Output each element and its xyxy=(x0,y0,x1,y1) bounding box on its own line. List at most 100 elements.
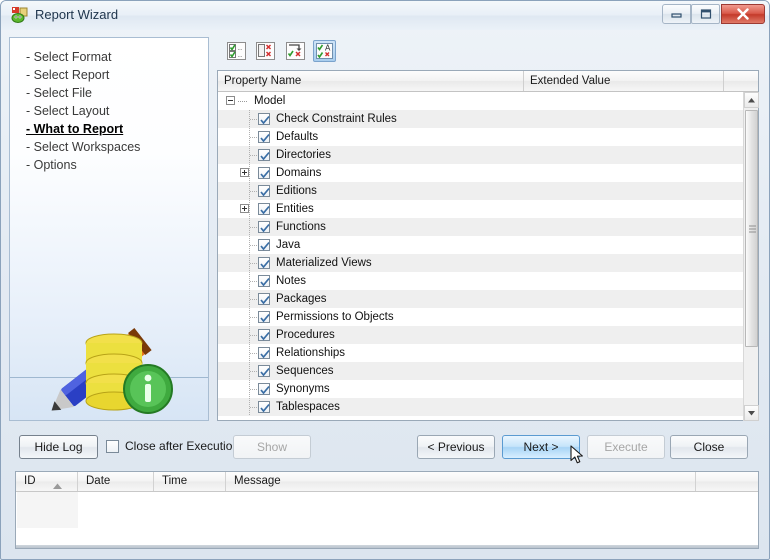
execute-button[interactable]: Execute xyxy=(587,435,665,459)
row-checkbox[interactable] xyxy=(258,257,270,269)
sidebar-step-select-workspaces[interactable]: - Select Workspaces xyxy=(24,138,140,156)
tree-guide xyxy=(238,101,248,102)
row-checkbox[interactable] xyxy=(258,275,270,287)
tree-row-label: Tablespaces xyxy=(276,401,340,413)
log-column-header-message[interactable]: Message xyxy=(226,472,696,491)
tree-header-row: Property Name Extended Value xyxy=(218,71,758,92)
deselect-all-button[interactable] xyxy=(254,40,277,62)
tree-row-synonyms[interactable]: Synonyms xyxy=(218,380,743,398)
tree-row-relationships[interactable]: Relationships xyxy=(218,344,743,362)
scroll-down-icon[interactable] xyxy=(744,405,759,421)
row-checkbox[interactable] xyxy=(258,167,270,179)
row-checkbox[interactable] xyxy=(258,383,270,395)
sidebar-step-select-layout[interactable]: - Select Layout xyxy=(24,102,140,120)
scrollbar-grip xyxy=(749,225,756,232)
invert-selection-button[interactable] xyxy=(284,40,307,62)
select-all-button[interactable]: ... ... xyxy=(225,40,248,62)
log-column-header-id[interactable]: ID xyxy=(16,472,78,491)
property-tree-body[interactable]: Model Check Constraint Rules Defaults Di… xyxy=(218,92,743,421)
select-by-name-button[interactable]: A xyxy=(313,40,337,62)
row-checkbox[interactable] xyxy=(258,329,270,341)
pencil-database-info-illustration xyxy=(10,310,208,420)
sidebar-step-select-report[interactable]: - Select Report xyxy=(24,66,140,84)
tree-guide-tick xyxy=(250,335,257,336)
tree-row-entities[interactable]: Entities xyxy=(218,200,743,218)
tree-row-label: Entities xyxy=(276,203,314,215)
tree-row-procedures[interactable]: Procedures xyxy=(218,326,743,344)
tree-row-label: Model xyxy=(254,95,286,107)
row-checkbox[interactable] xyxy=(258,401,270,413)
log-body[interactable] xyxy=(17,492,78,528)
maximize-button[interactable] xyxy=(691,4,720,24)
row-checkbox[interactable] xyxy=(258,347,270,359)
report-wizard-window: Report Wizard - Select Format - Select R… xyxy=(0,0,770,560)
tree-row-notes[interactable]: Notes xyxy=(218,272,743,290)
tree-row-model[interactable]: Model xyxy=(218,92,743,110)
tree-row-check-constraint-rules[interactable]: Check Constraint Rules xyxy=(218,110,743,128)
row-checkbox[interactable] xyxy=(258,221,270,233)
previous-button[interactable]: < Previous xyxy=(417,435,495,459)
column-header-property-name[interactable]: Property Name xyxy=(218,71,524,91)
row-checkbox[interactable] xyxy=(258,113,270,125)
tree-row-java[interactable]: Java xyxy=(218,236,743,254)
log-column-header-spacer xyxy=(696,472,758,491)
row-checkbox[interactable] xyxy=(258,239,270,251)
tree-guide-tick xyxy=(250,407,257,408)
title-bar: Report Wizard xyxy=(1,1,769,30)
tree-row-label: Sequences xyxy=(276,365,334,377)
expand-entities-icon[interactable] xyxy=(240,204,249,213)
tree-row-label: Defaults xyxy=(276,131,319,143)
tree-row-materialized-views[interactable]: Materialized Views xyxy=(218,254,743,272)
tree-row-functions[interactable]: Functions xyxy=(218,218,743,236)
tree-row-defaults[interactable]: Defaults xyxy=(218,128,743,146)
collapse-model-icon[interactable] xyxy=(226,96,235,105)
close-wizard-button[interactable]: Close xyxy=(670,435,748,459)
tree-row-tablespaces[interactable]: Tablespaces xyxy=(218,398,743,416)
row-checkbox[interactable] xyxy=(258,131,270,143)
row-checkbox[interactable] xyxy=(258,365,270,377)
tree-row-label: Materialized Views xyxy=(276,257,372,269)
log-column-header-time[interactable]: Time xyxy=(154,472,226,491)
show-button[interactable]: Show xyxy=(233,435,311,459)
expand-domains-icon[interactable] xyxy=(240,168,249,177)
tree-guide-tick xyxy=(250,263,257,264)
tree-row-label: Check Constraint Rules xyxy=(276,113,397,125)
row-checkbox[interactable] xyxy=(258,293,270,305)
close-after-execution-checkbox[interactable] xyxy=(106,440,119,453)
tree-row-packages[interactable]: Packages xyxy=(218,290,743,308)
row-checkbox[interactable] xyxy=(258,185,270,197)
hide-log-button[interactable]: Hide Log xyxy=(19,435,98,459)
column-header-extended-value[interactable]: Extended Value xyxy=(524,71,724,91)
tree-vertical-scrollbar[interactable] xyxy=(743,92,759,421)
log-column-header-date[interactable]: Date xyxy=(78,472,154,491)
tree-row-directories[interactable]: Directories xyxy=(218,146,743,164)
tree-guide-tick xyxy=(250,389,257,390)
tree-row-label: Packages xyxy=(276,293,327,305)
tree-guide-tick xyxy=(250,155,257,156)
scrollbar-thumb[interactable] xyxy=(745,110,758,347)
tree-row-permissions-to-objects[interactable]: Permissions to Objects xyxy=(218,308,743,326)
minimize-button[interactable] xyxy=(662,4,691,24)
wizard-step-list: - Select Format - Select Report - Select… xyxy=(24,48,140,174)
window-title: Report Wizard xyxy=(35,7,119,22)
sidebar-step-what-to-report[interactable]: - What to Report xyxy=(24,120,140,138)
next-button[interactable]: Next > xyxy=(502,435,580,459)
tree-row-domains[interactable]: Domains xyxy=(218,164,743,182)
row-checkbox[interactable] xyxy=(258,311,270,323)
sidebar-step-select-format[interactable]: - Select Format xyxy=(24,48,140,66)
sidebar-step-options[interactable]: - Options xyxy=(24,156,140,174)
row-checkbox[interactable] xyxy=(258,203,270,215)
row-checkbox[interactable] xyxy=(258,149,270,161)
scroll-up-icon[interactable] xyxy=(744,92,759,108)
tree-guide xyxy=(249,164,250,182)
tree-row-sequences[interactable]: Sequences xyxy=(218,362,743,380)
tree-row-editions[interactable]: Editions xyxy=(218,182,743,200)
tree-row-label: Functions xyxy=(276,221,326,233)
tree-guide-tick xyxy=(250,353,257,354)
tree-guide-tick xyxy=(250,371,257,372)
close-button[interactable] xyxy=(721,4,765,24)
tree-row-label: Domains xyxy=(276,167,322,179)
tree-guide-tick xyxy=(250,245,257,246)
sidebar-step-select-file[interactable]: - Select File xyxy=(24,84,140,102)
wizard-steps-sidebar: - Select Format - Select Report - Select… xyxy=(9,37,209,421)
